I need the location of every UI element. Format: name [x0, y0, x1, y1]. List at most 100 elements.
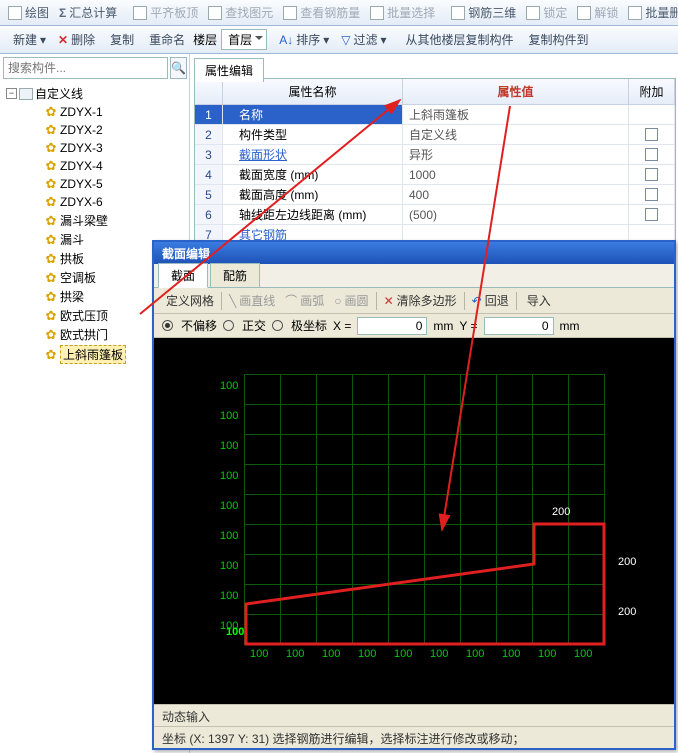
property-tab[interactable]: 属性编辑	[194, 58, 264, 82]
grid-label: 100	[220, 590, 238, 602]
checkbox[interactable]	[645, 168, 658, 181]
sort-button[interactable]: A↓ 排序 ▾	[275, 29, 333, 50]
drawing-button[interactable]: 绘图	[4, 2, 53, 23]
gear-icon: ✿	[44, 194, 58, 210]
search-button[interactable]: 🔍	[170, 57, 187, 79]
draw-line-button[interactable]: ╲ 画直线	[226, 290, 278, 311]
batch-select-button[interactable]: 批量选择	[366, 2, 439, 23]
x-input[interactable]	[357, 317, 427, 335]
find-element-button[interactable]: 查找图元	[204, 2, 277, 23]
dim-left-100: 100	[226, 626, 244, 638]
editor-titlebar[interactable]: 截面编辑	[154, 242, 674, 264]
property-row[interactable]: 4截面宽度 (mm)1000	[195, 165, 675, 185]
grid-label: 100	[220, 410, 238, 422]
copy-from-floor-button[interactable]: 从其他楼层复制构件	[399, 29, 518, 50]
grid-label: 100	[220, 530, 238, 542]
folder-icon	[19, 88, 33, 100]
radio-ortho[interactable]	[223, 320, 234, 331]
tab-section[interactable]: 截面	[158, 263, 208, 288]
property-row[interactable]: 6轴线距左边线距离 (mm)(500)	[195, 205, 675, 225]
tab-rebar[interactable]: 配筋	[210, 263, 260, 287]
clear-polygon-button[interactable]: ✕ 清除多边形	[381, 290, 460, 311]
grid-label: 100	[220, 560, 238, 572]
main-toolbar-1: 绘图 Σ 汇总计算 平齐板顶 查找图元 查看钢筋量 批量选择 钢筋三维 锁定 解…	[0, 0, 678, 26]
dim-top-right: 200	[552, 506, 570, 518]
search-input[interactable]	[3, 57, 168, 79]
new-button[interactable]: 新建 ▾	[6, 29, 50, 50]
property-row[interactable]: 1名称上斜雨篷板	[195, 105, 675, 125]
unlock-button[interactable]: 解锁	[573, 2, 622, 23]
radio-polar[interactable]	[272, 320, 283, 331]
property-row[interactable]: 3截面形状异形	[195, 145, 675, 165]
grid-label: 100	[220, 380, 238, 392]
draw-circle-button[interactable]: ○ 画圆	[331, 290, 371, 311]
flatten-icon	[133, 6, 147, 20]
col-extra: 附加	[629, 79, 675, 104]
tree-item[interactable]: ✿ZDYX-6	[2, 193, 187, 211]
gear-icon: ✿	[44, 122, 58, 138]
y-input[interactable]	[484, 317, 554, 335]
x-icon: ✕	[384, 294, 394, 308]
eraser-icon	[628, 6, 642, 20]
draw-arc-button[interactable]: ⌒ 画弧	[282, 290, 327, 311]
gear-icon: ✿	[44, 347, 58, 363]
floor-select[interactable]: 首层	[221, 29, 267, 50]
col-value: 属性值	[403, 79, 629, 104]
tree-item[interactable]: ✿ZDYX-5	[2, 175, 187, 193]
copy-to-floor-button[interactable]: 复制构件到	[522, 29, 593, 50]
tree-root[interactable]: − 自定义线	[2, 84, 187, 103]
floor-label: 楼层	[193, 31, 217, 48]
checkbox[interactable]	[645, 148, 658, 161]
gear-icon: ✿	[44, 270, 58, 286]
define-grid-button[interactable]: 定义网格	[160, 290, 217, 311]
grid-label: 100	[220, 500, 238, 512]
tree-item[interactable]: ✿ZDYX-1	[2, 103, 187, 121]
search-icon	[208, 6, 222, 20]
gear-icon: ✿	[44, 251, 58, 267]
section-canvas[interactable]: 100100100100100100100100100 100100100100…	[154, 338, 674, 704]
checkbox[interactable]	[645, 188, 658, 201]
tree-item[interactable]: ✿ZDYX-3	[2, 139, 187, 157]
editor-status: 坐标 (X: 1397 Y: 31) 选择钢筋进行编辑，选择标注进行修改或移动；	[154, 726, 674, 748]
section-editor-window: 截面编辑 截面 配筋 定义网格 ╲ 画直线 ⌒ 画弧 ○ 画圆 ✕ 清除多边形 …	[152, 240, 676, 750]
gear-icon: ✿	[44, 140, 58, 156]
property-row[interactable]: 2构件类型自定义线	[195, 125, 675, 145]
editor-footer-tab[interactable]: 动态输入	[154, 704, 674, 726]
pencil-icon	[8, 6, 22, 20]
dim-right-lower: 200	[618, 606, 636, 618]
rename-button[interactable]: 重命名	[142, 29, 189, 50]
summary-button[interactable]: Σ 汇总计算	[55, 2, 121, 23]
import-button[interactable]: 导入	[521, 290, 554, 311]
radio-no-offset[interactable]	[162, 320, 173, 331]
main-toolbar-2: 新建 ▾ ✕ 删除 复制 重命名 楼层 首层 A↓ 排序 ▾ ▽ 过滤 ▾ 从其…	[0, 26, 678, 54]
rebar-3d-button[interactable]: 钢筋三维	[447, 2, 520, 23]
copy-button[interactable]: 复制	[103, 29, 138, 50]
property-table: 属性名称 属性值 附加 1名称上斜雨篷板2构件类型自定义线3截面形状异形4截面宽…	[194, 78, 676, 266]
line-icon: ╲	[229, 294, 236, 308]
checkbox[interactable]	[645, 208, 658, 221]
tree-item[interactable]: ✿ZDYX-2	[2, 121, 187, 139]
coord-row: 不偏移 正交 极坐标 X = mm Y = mm	[154, 314, 674, 338]
batch-delete-button[interactable]: 批量删除	[624, 2, 678, 23]
lock-icon	[526, 6, 540, 20]
col-name: 属性名称	[223, 79, 403, 104]
gear-icon: ✿	[44, 308, 58, 324]
tree-item[interactable]: ✿ZDYX-4	[2, 157, 187, 175]
grid-label: 100	[220, 440, 238, 452]
cube-icon	[451, 6, 465, 20]
flatten-button[interactable]: 平齐板顶	[129, 2, 202, 23]
gear-icon: ✿	[44, 104, 58, 120]
filter-button[interactable]: ▽ 过滤 ▾	[337, 29, 390, 50]
delete-button[interactable]: ✕ 删除	[54, 29, 99, 50]
checkbox[interactable]	[645, 128, 658, 141]
gear-icon: ✿	[44, 327, 58, 343]
arc-icon: ⌒	[285, 292, 297, 309]
undo-icon: ↶	[472, 294, 482, 308]
property-row[interactable]: 5截面高度 (mm)400	[195, 185, 675, 205]
tree-item[interactable]: ✿漏斗梁壁	[2, 211, 187, 230]
select-icon	[370, 6, 384, 20]
undo-button[interactable]: ↶ 回退	[469, 290, 512, 311]
view-rebar-button[interactable]: 查看钢筋量	[279, 2, 364, 23]
collapse-icon[interactable]: −	[6, 88, 17, 99]
lock-button[interactable]: 锁定	[522, 2, 571, 23]
